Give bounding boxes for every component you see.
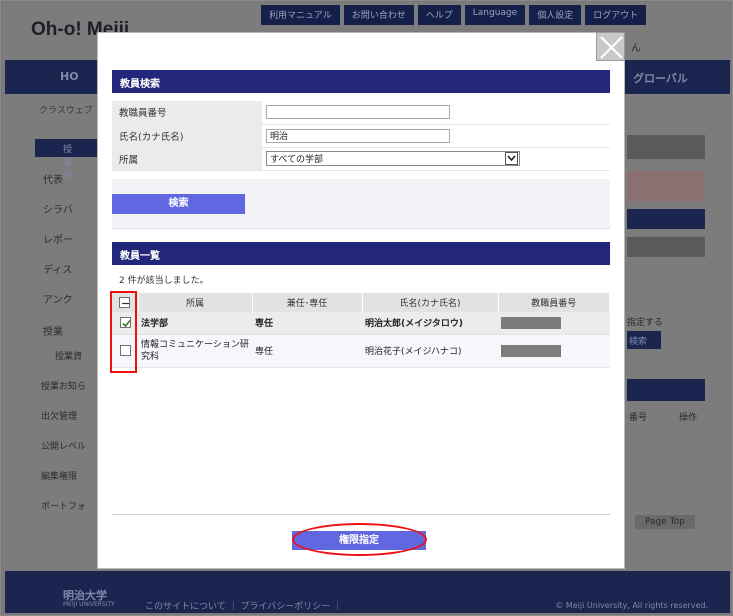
teacher-search-dialog: 教員検索 教職員番号 氏名(カナ氏名) 所属 すべての学部: [97, 32, 625, 569]
form-row: 氏名(カナ氏名): [112, 124, 610, 148]
list-section-title: 教員一覧: [112, 242, 610, 265]
footer-links[interactable]: このサイトについて ｜ プライバシーポリシー ｜: [145, 599, 342, 612]
search-button[interactable]: 検索: [112, 194, 245, 214]
page-top-button[interactable]: Page Top: [635, 515, 695, 529]
right-table-head: [627, 379, 705, 401]
staff-number-input[interactable]: [266, 105, 450, 120]
footer-logo-sub: MEIJI UNIVERSITY: [63, 601, 115, 608]
table-row[interactable]: 法学部 専任 明治太郎(メイジタロウ): [112, 312, 610, 335]
row-name: 明治太郎(メイジタロウ): [362, 312, 498, 335]
redacted-staff-number: [501, 344, 561, 357]
search-form: 教職員番号 氏名(カナ氏名) 所属 すべての学部: [112, 101, 610, 171]
footer: 明治大学 MEIJI UNIVERSITY このサイトについて ｜ プライバシー…: [5, 571, 730, 613]
settings-link[interactable]: 個人設定: [529, 5, 582, 25]
sidebar-item[interactable]: 代表: [43, 171, 63, 186]
nav-global[interactable]: グローバル: [633, 70, 688, 86]
help-link[interactable]: ヘルプ: [417, 5, 461, 25]
contact-link[interactable]: お問い合わせ: [343, 5, 414, 25]
right-col-action: 操作: [679, 413, 698, 423]
form-row: 教職員番号: [112, 101, 610, 125]
screen-frame: 利用マニュアル お問い合わせ ヘルプ Language 個人設定 ログアウト O…: [0, 0, 733, 616]
logout-link[interactable]: ログアウト: [585, 5, 647, 25]
col-employment-type: 兼任･専任: [252, 293, 363, 312]
redacted-staff-number: [501, 316, 561, 329]
breadcrumb: クラスウェブ ＞: [39, 106, 105, 116]
affiliation-label: 所属: [112, 147, 262, 171]
manual-link[interactable]: 利用マニュアル: [261, 5, 340, 25]
sidebar-item[interactable]: レポー: [43, 231, 73, 246]
col-name: 氏名(カナ氏名): [362, 293, 499, 312]
right-col-number: 番号: [629, 413, 648, 423]
footer-copyright: © Meiji University, All rights reserved.: [555, 601, 708, 610]
user-name: ん: [631, 43, 641, 54]
sidebar-link[interactable]: ポートフォ: [41, 499, 86, 512]
right-panel-header: [627, 135, 705, 159]
sidebar-item[interactable]: 授業: [43, 323, 63, 338]
results-table: 所属 兼任･専任 氏名(カナ氏名) 教職員番号 法学部 専任 明治太郎(メイジタ…: [112, 293, 610, 368]
table-row[interactable]: 情報コミュニケーション研究科 専任 明治花子(メイジハナコ): [112, 334, 610, 368]
col-staff-number: 教職員番号: [498, 293, 610, 312]
sidebar-item[interactable]: シラバ: [43, 201, 73, 216]
row-affiliation: 法学部: [138, 312, 252, 335]
sidebar-header: 授業管: [35, 139, 99, 181]
affiliation-select[interactable]: すべての学部: [266, 151, 520, 166]
right-panel-bar: [627, 209, 705, 229]
table-header-row: 所属 兼任･専任 氏名(カナ氏名) 教職員番号: [112, 293, 610, 312]
sidebar-item[interactable]: アンク: [43, 291, 73, 306]
name-label: 氏名(カナ氏名): [112, 124, 262, 148]
sidebar-link[interactable]: 出欠管理: [41, 409, 77, 422]
nav-home[interactable]: HO: [60, 70, 79, 83]
affiliation-selected: すべての学部: [270, 155, 324, 165]
sidebar-item[interactable]: ディス: [43, 261, 72, 276]
row-employment-type: 専任: [252, 334, 362, 368]
row-affiliation: 情報コミュニケーション研究科: [138, 334, 252, 368]
checkbox-highlight-annotation: [110, 291, 137, 373]
language-link[interactable]: Language: [464, 5, 526, 25]
sidebar-link[interactable]: 編集権限: [41, 469, 77, 482]
right-panel-bar: [627, 237, 705, 257]
chevron-down-icon: [505, 152, 518, 165]
row-name: 明治花子(メイジハナコ): [362, 334, 498, 368]
sidebar-link[interactable]: 授業お知ら: [41, 379, 86, 392]
result-count: 2 件が該当しました。: [119, 276, 209, 286]
staff-number-label: 教職員番号: [112, 101, 262, 125]
top-links: 利用マニュアル お問い合わせ ヘルプ Language 個人設定 ログアウト: [261, 5, 647, 25]
right-search-button[interactable]: 検索: [627, 331, 661, 349]
name-input[interactable]: [266, 128, 450, 143]
close-dialog-button[interactable]: [596, 32, 625, 61]
row-employment-type: 専任: [252, 312, 362, 335]
right-panel-notice: [627, 171, 705, 201]
form-row: 所属 すべての学部: [112, 147, 610, 171]
sidebar-sub-item[interactable]: 授業資: [55, 349, 82, 362]
right-assign-text: 指定する: [627, 318, 664, 328]
sidebar-link[interactable]: 公開レベル: [41, 439, 86, 452]
button-highlight-annotation: [292, 523, 427, 556]
search-section-title: 教員検索: [112, 70, 610, 93]
col-affiliation: 所属: [138, 293, 253, 312]
